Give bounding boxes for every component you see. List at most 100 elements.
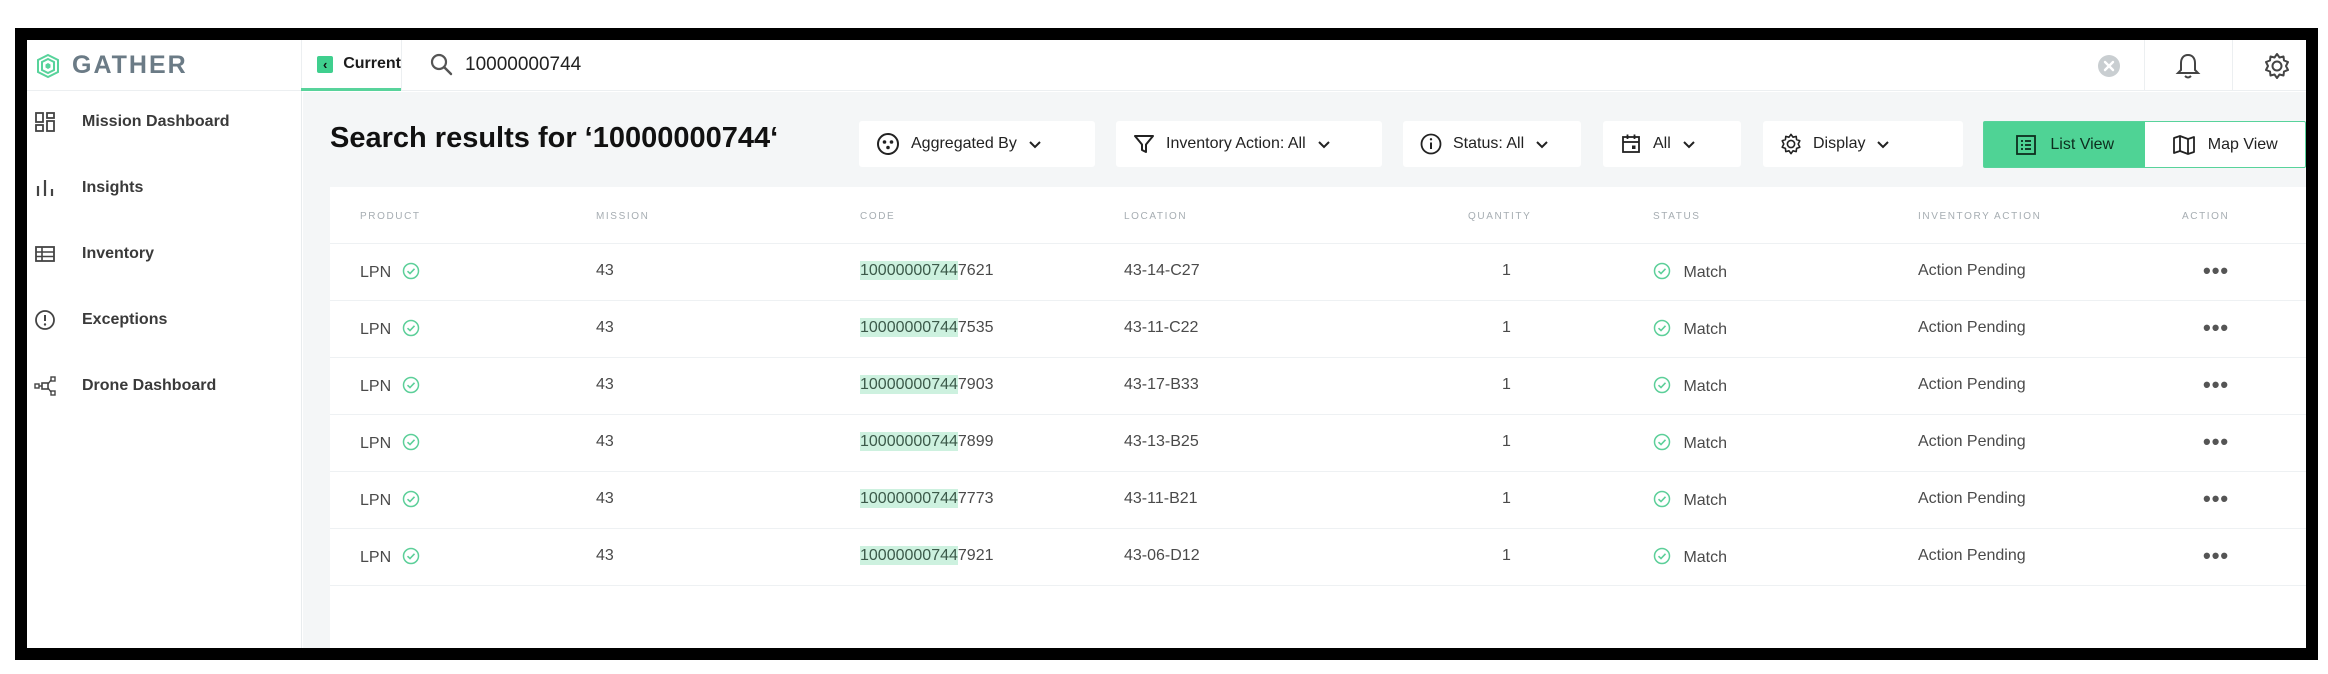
product-value: LPN [360,378,392,395]
brand[interactable]: GATHER [34,40,188,91]
code-remainder: 7773 [957,490,994,507]
tab-current[interactable]: ‹ Current [301,40,401,91]
list-icon [2016,134,2037,155]
aggregated-by-dropdown[interactable]: Aggregated By [859,121,1095,167]
sidebar-item-inventory[interactable]: Inventory [27,232,302,276]
status-value: Match [1683,378,1728,395]
code-remainder: 7899 [957,433,994,450]
table-row[interactable]: LPN 43 100000007447899 43-13-B25 1 Match… [330,415,2306,472]
sidebar-item-drone-dashboard[interactable]: Drone Dashboard [27,364,302,408]
code-value: 100000007447535 [860,318,993,337]
table-row[interactable]: LPN 43 100000007447535 43-11-C22 1 Match… [330,301,2306,358]
row-actions-menu-icon[interactable]: ••• [2203,429,2229,455]
notifications-bell-icon[interactable] [2174,51,2202,81]
product-cell: LPN [360,490,420,510]
mission-value: 43 [596,490,614,507]
display-label: Display [1813,135,1866,152]
product-value: LPN [360,549,392,566]
location-value: 43-13-B25 [1124,433,1199,450]
column-header-status[interactable]: STATUS [1653,211,1701,222]
sidebar-item-label: Insights [82,179,144,196]
clear-search-icon[interactable] [2096,53,2122,79]
match-check-icon [1653,319,1671,337]
bar-chart-icon [36,180,54,196]
column-header-mission[interactable]: MISSION [596,211,649,222]
chevron-left-icon[interactable]: ‹ [317,55,334,73]
sidebar-item-label: Inventory [82,245,155,262]
sidebar-item-mission-dashboard[interactable]: Mission Dashboard [27,100,302,144]
calendar-icon [1622,134,1640,153]
search-icon [430,53,453,76]
sidebar-item-exceptions[interactable]: Exceptions [27,298,302,342]
gather-logo-icon [37,53,59,78]
mission-value: 43 [596,547,614,564]
column-header-inventory-action[interactable]: INVENTORY ACTION [1918,211,2041,222]
row-actions-menu-icon[interactable]: ••• [2203,372,2229,398]
brand-name: GATHER [72,51,188,79]
column-header-code[interactable]: CODE [860,211,895,222]
code-search-highlight: 10000000744 [860,318,958,337]
verified-check-icon [402,262,419,280]
location-value: 43-11-B21 [1124,490,1198,507]
date-filter[interactable]: All [1603,121,1741,167]
column-header-product[interactable]: PRODUCT [360,211,421,222]
column-header-action: ACTION [2182,211,2230,222]
chevron-down-icon [1877,141,1890,149]
status-value: Match [1683,264,1728,281]
quantity-value: 1 [1502,433,1511,450]
code-search-highlight: 10000000744 [860,546,958,565]
product-value: LPN [360,435,392,452]
match-check-icon [1653,547,1671,565]
table-row[interactable]: LPN 43 100000007447921 43-06-D12 1 Match… [330,529,2306,586]
view-toggle: List View Map View [1983,121,2306,168]
status-filter[interactable]: Status: All [1403,121,1581,167]
match-check-icon [1653,376,1671,394]
verified-check-icon [402,547,419,565]
row-actions-menu-icon[interactable]: ••• [2203,486,2229,512]
search-input[interactable] [465,48,2045,82]
status-cell: Match [1653,547,1727,567]
table-row[interactable]: LPN 43 100000007447773 43-11-B21 1 Match… [330,472,2306,529]
product-cell: LPN [360,262,420,282]
drone-icon [34,376,56,396]
match-check-icon [1653,433,1671,451]
mission-value: 43 [596,376,614,393]
column-header-quantity[interactable]: QUANTITY [1468,211,1531,222]
row-actions-menu-icon[interactable]: ••• [2203,258,2229,284]
status-value: Match [1683,321,1728,338]
table-header: PRODUCT MISSION CODE LOCATION QUANTITY S… [330,187,2306,244]
code-remainder: 7921 [957,547,994,564]
divider [401,40,402,91]
product-cell: LPN [360,319,420,339]
column-header-location[interactable]: LOCATION [1124,211,1187,222]
code-search-highlight: 10000000744 [860,261,958,280]
quantity-value: 1 [1502,490,1511,507]
status-cell: Match [1653,319,1727,339]
settings-gear-icon[interactable] [2262,51,2292,81]
row-actions-menu-icon[interactable]: ••• [2203,315,2229,341]
sidebar-item-insights[interactable]: Insights [27,166,302,210]
location-value: 43-06-D12 [1124,547,1200,564]
display-dropdown[interactable]: Display [1763,121,1963,167]
row-actions-menu-icon[interactable]: ••• [2203,543,2229,569]
inventory-action-value: Action Pending [1918,433,2026,450]
filter-icon [1134,135,1154,153]
code-remainder: 7621 [957,262,994,279]
main-content: Search results for ‘10000000744‘ Aggrega… [303,92,2306,648]
verified-check-icon [402,490,419,508]
verified-check-icon [402,433,419,451]
quantity-value: 1 [1502,547,1511,564]
table-row[interactable]: LPN 43 100000007447903 43-17-B33 1 Match… [330,358,2306,415]
code-remainder: 7903 [957,376,994,393]
alert-circle-icon [35,310,55,330]
list-view-label: List View [2050,135,2115,153]
sidebar-item-label: Exceptions [82,311,168,328]
verified-check-icon [402,376,419,394]
map-view-button[interactable]: Map View [2145,122,2306,167]
top-bar: GATHER ‹ Current [27,40,2306,91]
mission-value: 43 [596,262,614,279]
code-value: 100000007447903 [860,375,994,394]
inventory-action-filter[interactable]: Inventory Action: All [1116,121,1382,167]
list-view-button[interactable]: List View [1984,122,2145,167]
table-row[interactable]: LPN 43 100000007447621 43-14-C27 1 Match… [330,244,2306,301]
